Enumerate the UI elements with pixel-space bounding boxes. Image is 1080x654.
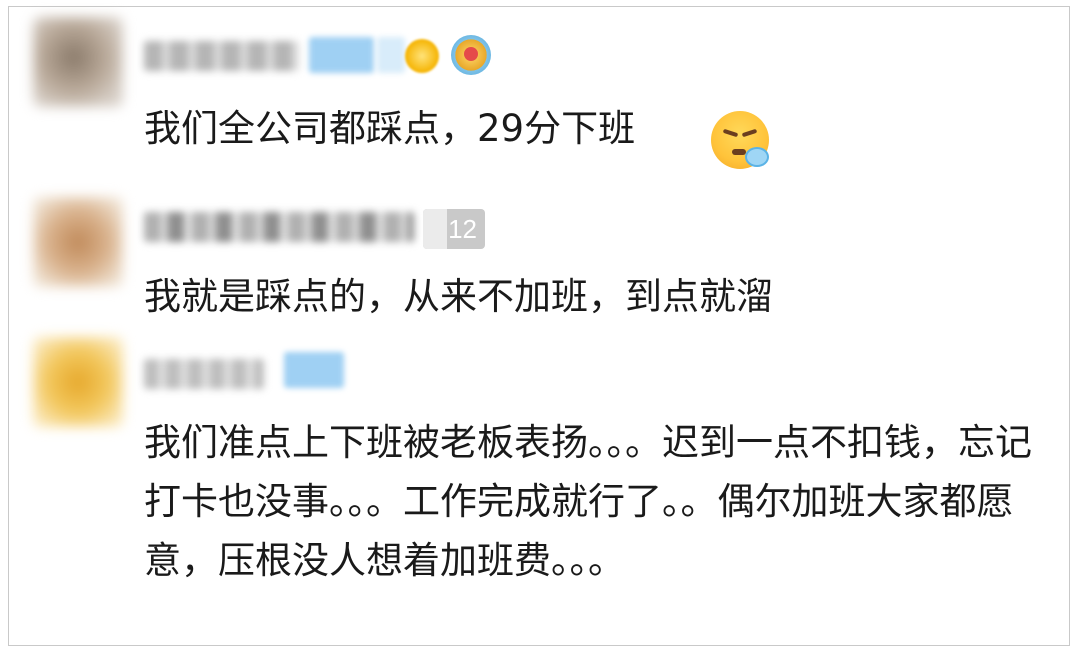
medal-badge-icon [451,35,491,75]
comment-text: 我就是踩点的，从来不加班，到点就溜 [144,275,773,318]
username[interactable] [144,212,414,242]
username[interactable] [144,41,299,71]
star-badge-icon [405,39,439,73]
comment-text: 我们准点上下班被老板表扬。。。迟到一点不扣钱，忘记打卡也没事。。。工作完成就行了… [144,421,1032,582]
user-tag [309,37,374,73]
avatar[interactable] [33,197,123,287]
user-tag-extension [377,37,405,73]
comment-text: 我们全公司都踩点，29分下班 [144,107,636,150]
sleepy-face-emoji-icon [711,111,769,169]
username[interactable] [144,359,264,389]
level-badge-fade [423,209,447,249]
avatar[interactable] [33,337,123,427]
avatar[interactable] [33,17,123,107]
comment-list: 我们全公司都踩点，29分下班 12 我就是踩点的，从来不加班，到点就溜 我们准点… [8,6,1070,646]
user-tag [284,352,344,388]
